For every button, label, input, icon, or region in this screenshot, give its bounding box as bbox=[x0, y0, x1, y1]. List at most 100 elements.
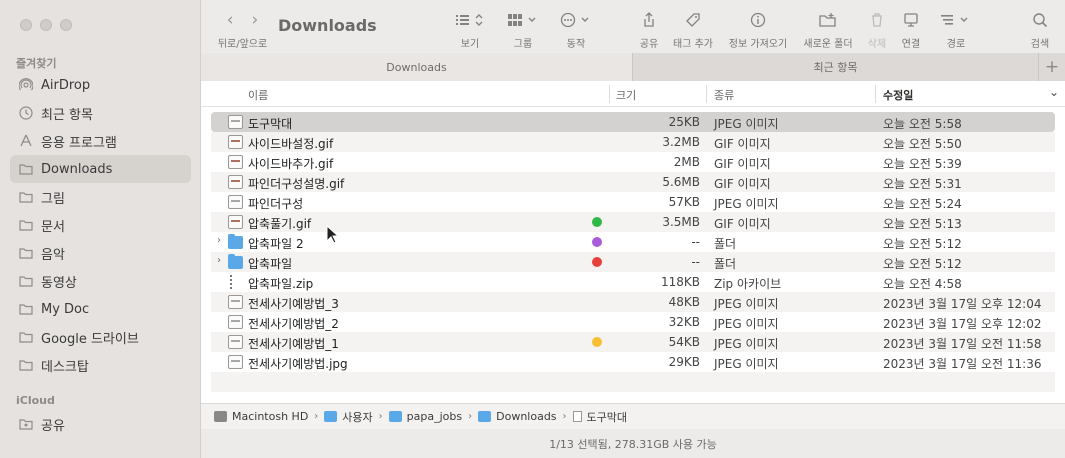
group-button[interactable]: 그룹 bbox=[506, 10, 540, 50]
table-row[interactable]: 도구막대 25KB JPEG 이미지 오늘 오전 5:58 bbox=[211, 112, 1055, 132]
file-kind: JPEG 이미지 bbox=[714, 357, 779, 371]
view-label: 보기 bbox=[460, 39, 480, 50]
sidebar-item-favorite-6[interactable]: 음악 bbox=[10, 239, 191, 267]
file-name: 압축풀기.gif bbox=[248, 217, 312, 231]
new-folder-button[interactable]: 새로운 폴더 bbox=[799, 10, 857, 50]
sidebar-item-icloud-0[interactable]: 공유 bbox=[10, 410, 191, 438]
path-crumb-label: 도구막대 bbox=[586, 410, 628, 424]
table-row[interactable]: 전세사기예방법.jpg 29KB JPEG 이미지 2023년 3월 17일 오전 1… bbox=[211, 352, 1055, 372]
sidebar-item-favorite-7[interactable]: 동영상 bbox=[10, 267, 191, 295]
sidebar-item-label: My Doc bbox=[41, 301, 90, 317]
ellipsis-circle-icon bbox=[560, 10, 592, 30]
zoom-window-button[interactable] bbox=[60, 19, 72, 31]
disclosure-chevron-icon[interactable]: › bbox=[217, 255, 221, 266]
path-crumb[interactable]: papa_jobs bbox=[388, 410, 462, 423]
search-label: 검색 bbox=[1030, 39, 1050, 50]
sidebar-item-favorite-9[interactable]: Google 드라이브 bbox=[10, 323, 191, 351]
tab-recents[interactable]: 최근 항목 bbox=[632, 53, 1038, 81]
get-info-button[interactable]: 정보 가져오기 bbox=[726, 10, 790, 50]
table-row[interactable]: 전세사기예방법_2 32KB JPEG 이미지 2023년 3월 17일 오후 12:… bbox=[211, 312, 1055, 332]
new-tab-button[interactable]: + bbox=[1038, 53, 1065, 81]
column-size[interactable]: 크기 bbox=[616, 87, 636, 103]
new-folder-label: 새로운 폴더 bbox=[803, 39, 853, 50]
table-row[interactable]: 사이드바추가.gif 2MB GIF 이미지 오늘 오전 5:39 bbox=[211, 152, 1055, 172]
zip-archive-icon bbox=[228, 275, 243, 289]
file-date-modified: 오늘 오전 5:12 bbox=[883, 257, 962, 271]
tab-downloads[interactable]: Downloads bbox=[201, 53, 632, 81]
view-button[interactable]: 보기 bbox=[453, 10, 487, 50]
sidebar-item-favorite-2[interactable]: 응용 프로그램 bbox=[10, 127, 191, 155]
sidebar-item-favorite-3[interactable]: Downloads bbox=[10, 155, 191, 183]
path-button[interactable]: 경로 bbox=[939, 10, 973, 50]
file-date-modified: 오늘 오전 5:58 bbox=[883, 117, 962, 131]
column-kind[interactable]: 종류 bbox=[714, 87, 734, 103]
table-row[interactable]: 압축파일.zip 118KB Zip 아카이브 오늘 오전 4:58 bbox=[211, 272, 1055, 292]
close-window-button[interactable] bbox=[20, 19, 32, 31]
table-row[interactable]: 전세사기예방법_3 48KB JPEG 이미지 2023년 3월 17일 오후 12:… bbox=[211, 292, 1055, 312]
action-label: 동작 bbox=[566, 39, 586, 50]
status-bar: 1/13 선택됨, 278.31GB 사용 가능 bbox=[201, 429, 1065, 458]
table-row[interactable]: 전세사기예방법_1 54KB JPEG 이미지 2023년 3월 17일 오전 11:… bbox=[211, 332, 1055, 352]
add-tag-button[interactable]: 태그 추가 bbox=[670, 10, 716, 50]
table-row[interactable]: › 압축파일 -- 폴더 오늘 오전 5:12 bbox=[211, 252, 1055, 272]
action-button[interactable]: 동작 bbox=[559, 10, 593, 50]
file-name: 전세사기예방법.jpg bbox=[248, 357, 348, 371]
gif-file-icon bbox=[228, 175, 243, 189]
back-arrow-icon[interactable]: ‹ bbox=[227, 10, 234, 30]
path-crumb[interactable]: Macintosh HD bbox=[214, 410, 308, 423]
image-file-icon bbox=[228, 355, 243, 369]
sidebar-item-favorite-0[interactable]: AirDrop bbox=[10, 71, 191, 99]
file-kind: Zip 아카이브 bbox=[714, 277, 782, 291]
file-kind: JPEG 이미지 bbox=[714, 297, 779, 311]
column-date-modified[interactable]: 수정일 bbox=[883, 87, 913, 103]
search-icon bbox=[1032, 10, 1048, 30]
sidebar-item-label: 음악 bbox=[41, 247, 65, 263]
sidebar-item-favorite-8[interactable]: My Doc bbox=[10, 295, 191, 323]
color-tag-dot bbox=[592, 337, 602, 347]
mouse-pointer-icon bbox=[326, 225, 340, 244]
favorites-list: AirDrop 최근 항목 응용 프로그램 Downloads 그림 문서음악동영상 My … bbox=[10, 71, 191, 379]
color-tag-dot bbox=[592, 237, 602, 247]
list-view-icon bbox=[455, 10, 485, 30]
file-name: 전세사기예방법_3 bbox=[248, 297, 339, 311]
file-size: 5.6MB bbox=[662, 175, 700, 189]
folder-icon bbox=[228, 234, 243, 249]
table-row[interactable]: 파인더구성설명.gif 5.6MB GIF 이미지 오늘 오전 5:31 bbox=[211, 172, 1055, 192]
image-file-icon bbox=[228, 315, 243, 329]
path-crumb[interactable]: Downloads bbox=[478, 410, 557, 423]
sidebar-item-favorite-4[interactable]: 그림 bbox=[10, 183, 191, 211]
trash-icon bbox=[869, 10, 885, 30]
path-crumb[interactable]: 사용자 bbox=[324, 409, 373, 425]
file-date-modified: 오늘 오전 5:39 bbox=[883, 157, 962, 171]
icloud-header: iCloud bbox=[16, 394, 55, 407]
column-name[interactable]: 이름 bbox=[248, 87, 268, 103]
search-button[interactable]: 검색 bbox=[1027, 10, 1053, 50]
delete-button[interactable]: 삭제 bbox=[865, 10, 889, 50]
file-size: 118KB bbox=[660, 275, 700, 289]
file-kind: 폴더 bbox=[714, 257, 737, 271]
sort-chevron-down-icon[interactable]: ⌄ bbox=[1049, 85, 1059, 99]
file-date-modified: 오늘 오전 5:24 bbox=[883, 197, 962, 211]
file-date-modified: 2023년 3월 17일 오전 11:36 bbox=[883, 357, 1042, 371]
tag-icon bbox=[685, 10, 701, 30]
disclosure-chevron-icon[interactable]: › bbox=[217, 235, 221, 246]
forward-arrow-icon[interactable]: › bbox=[252, 10, 259, 30]
add-tag-label: 태그 추가 bbox=[673, 39, 713, 50]
connect-button[interactable]: 연결 bbox=[899, 10, 923, 50]
window-title: Downloads bbox=[278, 16, 377, 35]
nav-label: 뒤로/앞으로 bbox=[217, 39, 268, 50]
path-crumb[interactable]: 도구막대 bbox=[572, 409, 628, 425]
file-date-modified: 오늘 오전 5:13 bbox=[883, 217, 962, 231]
folder-icon bbox=[19, 162, 33, 176]
table-row[interactable]: 사이드바설정.gif 3.2MB GIF 이미지 오늘 오전 5:50 bbox=[211, 132, 1055, 152]
file-size: -- bbox=[691, 235, 700, 249]
table-row[interactable]: 파인더구성 57KB JPEG 이미지 오늘 오전 5:24 bbox=[211, 192, 1055, 212]
file-kind: GIF 이미지 bbox=[714, 177, 771, 191]
sidebar-item-favorite-10[interactable]: 데스크탑 bbox=[10, 351, 191, 379]
sidebar-item-favorite-5[interactable]: 문서 bbox=[10, 211, 191, 239]
folder-icon bbox=[324, 411, 338, 422]
share-button[interactable]: 공유 bbox=[635, 10, 663, 50]
path-separator-icon: › bbox=[562, 411, 567, 422]
minimize-window-button[interactable] bbox=[40, 19, 52, 31]
sidebar-item-favorite-1[interactable]: 최근 항목 bbox=[10, 99, 191, 127]
